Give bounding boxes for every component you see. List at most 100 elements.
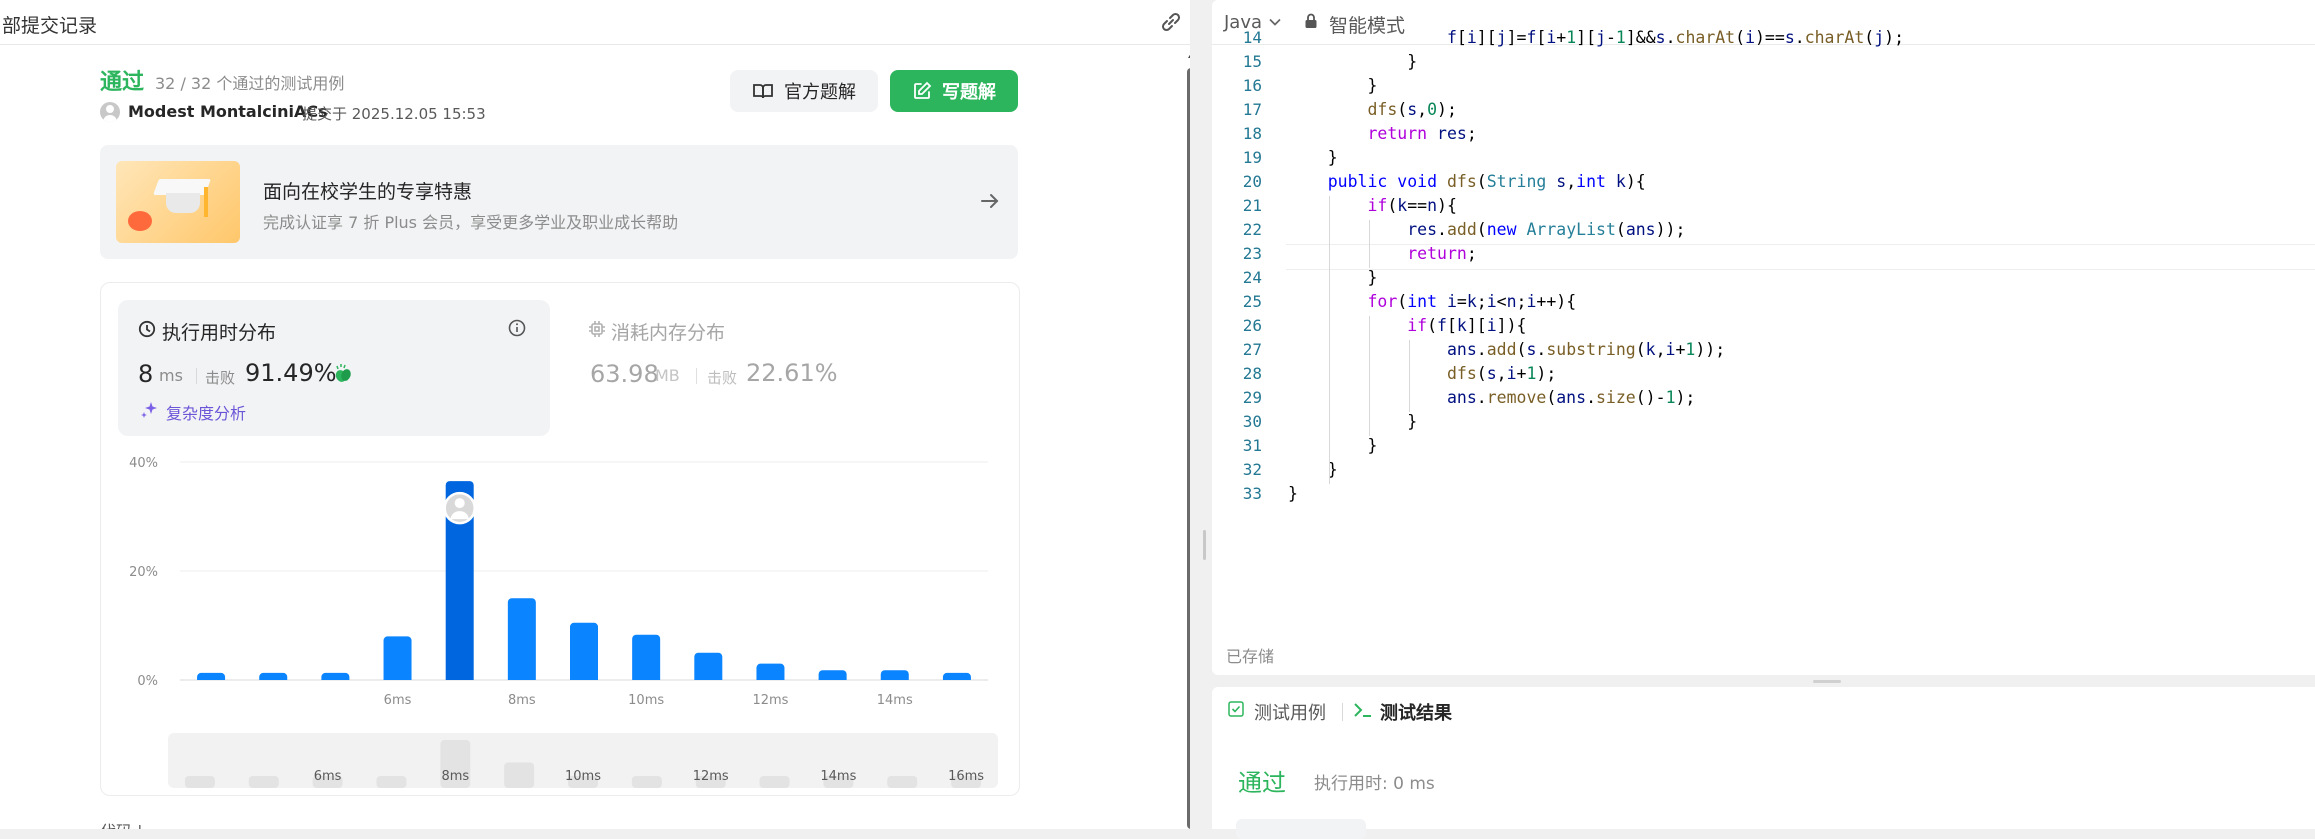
- overview-label: 16ms: [948, 769, 984, 784]
- code-line[interactable]: 24 }: [1212, 268, 2315, 292]
- avatar[interactable]: [100, 102, 120, 122]
- user-name[interactable]: Modest MontalciniACs: [128, 102, 328, 121]
- scroll-up-arrow[interactable]: [1188, 50, 1190, 58]
- clock-icon: [138, 320, 156, 338]
- code-text: }: [1288, 412, 1418, 431]
- tab-test-result[interactable]: 测试结果: [1380, 699, 1452, 725]
- code-line[interactable]: 31 }: [1212, 436, 2315, 460]
- runtime-beat-percent: 91.49%: [245, 359, 337, 387]
- chip-icon[interactable]: [588, 320, 606, 338]
- code-text: return;: [1407, 244, 1477, 263]
- code-text: }: [1288, 76, 1378, 95]
- line-number: 26: [1242, 316, 1262, 335]
- x-tick-label: 14ms: [877, 693, 913, 708]
- overview-label: 12ms: [693, 769, 729, 784]
- code-line[interactable]: 27 ans.add(s.substring(k,i+1));: [1212, 340, 2315, 364]
- line-number: 27: [1242, 340, 1262, 359]
- overview-bar: [504, 762, 535, 788]
- code-text: }: [1288, 52, 1418, 71]
- info-icon[interactable]: [507, 318, 527, 338]
- code-line[interactable]: 29 ans.remove(ans.size()-1);: [1212, 388, 2315, 412]
- overview-bar: [631, 776, 662, 788]
- divider: [196, 368, 197, 384]
- line-number: 32: [1242, 460, 1262, 479]
- result-case-box[interactable]: [1236, 819, 1366, 839]
- line-number: 19: [1242, 148, 1262, 167]
- line-number: 21: [1242, 196, 1262, 215]
- line-number: 31: [1242, 436, 1262, 455]
- overview-label: 10ms: [565, 769, 601, 784]
- x-tick-label: 6ms: [384, 693, 412, 708]
- link-icon[interactable]: [1158, 10, 1184, 34]
- code-line[interactable]: 16 }: [1212, 76, 2315, 100]
- result-runtime: 执行用时: 0 ms: [1314, 774, 1435, 794]
- code-line[interactable]: 25 for(int i=k;i<n;i++){: [1212, 292, 2315, 316]
- complexity-analysis-link[interactable]: 复杂度分析: [166, 400, 246, 424]
- code-line[interactable]: 20 public void dfs(String s,int k){: [1212, 172, 2315, 196]
- user-marker-head: [454, 498, 465, 509]
- panel-splitter[interactable]: [1198, 0, 1212, 829]
- memory-beat-label: 击败: [707, 369, 738, 387]
- runtime-distribution-chart[interactable]: 0% 20% 40% 6ms 8ms 10ms 12ms 14ms 16ms 6ms 8ms 10ms…: [118, 448, 998, 790]
- code-line[interactable]: 33}: [1212, 484, 2315, 508]
- divider: [1342, 703, 1343, 721]
- indent-guide: [1409, 340, 1410, 412]
- runtime-beat-label: 击败: [205, 369, 236, 387]
- bar: [880, 670, 909, 680]
- submission-panel: 部提交记录 通过 32 / 32 个通过的测试用例 Modest Montalc…: [0, 0, 1190, 829]
- overview-bar: [887, 776, 918, 788]
- code-text: public void dfs(String s,int k){: [1327, 172, 1646, 191]
- chevron-down-icon[interactable]: [1268, 15, 1282, 29]
- code-area[interactable]: 14 f[i][j]=f[i+1][j-1]&&s.charAt(i)==s.c…: [1212, 28, 2315, 616]
- testcases-passed: 32 / 32 个通过的测试用例: [155, 74, 345, 93]
- code-line[interactable]: 18 return res;: [1212, 124, 2315, 148]
- indent-guide: [1329, 196, 1330, 484]
- code-text: for(int i=k;i<n;i++){: [1367, 292, 1577, 311]
- resize-handle[interactable]: [1813, 680, 1841, 683]
- left-scrollbar[interactable]: [1186, 44, 1190, 829]
- scroll-thumb[interactable]: [1187, 68, 1190, 829]
- bar: [694, 652, 723, 680]
- overview-label: 8ms: [441, 769, 469, 784]
- code-line[interactable]: 15 }: [1212, 52, 2315, 76]
- line-number: 28: [1242, 364, 1262, 383]
- terminal-icon: [1354, 703, 1371, 717]
- edit-icon: [914, 81, 932, 99]
- code-line[interactable]: 14 f[i][j]=f[i+1][j-1]&&s.charAt(i)==s.c…: [1212, 28, 2315, 52]
- bar: [818, 670, 847, 680]
- code-line[interactable]: 21 if(k==n){: [1212, 196, 2315, 220]
- code-line[interactable]: 26 if(f[k][i]){: [1212, 316, 2315, 340]
- submission-status: 通过: [100, 70, 145, 95]
- overview-bar: [184, 776, 215, 788]
- memory-unit: MB: [655, 366, 680, 385]
- code-line[interactable]: 22 res.add(new ArrayList(ans));: [1212, 220, 2315, 244]
- tab-testcases[interactable]: 测试用例: [1254, 699, 1326, 725]
- official-solution-label: 官方题解: [784, 82, 856, 103]
- arrow-right-icon[interactable]: [978, 189, 1002, 213]
- student-promo-banner[interactable]: 面向在校学生的专享特惠 完成认证享 7 折 Plus 会员，享受更多学业及职业成…: [100, 145, 1018, 259]
- code-text: }: [1288, 436, 1378, 455]
- code-text: }: [1288, 484, 1298, 503]
- code-line[interactable]: 19 }: [1212, 148, 2315, 172]
- book-icon: [753, 84, 773, 99]
- code-text: res.add(new ArrayList(ans));: [1407, 220, 1686, 239]
- code-line[interactable]: 23 return;: [1212, 244, 2315, 268]
- write-solution-button[interactable]: 写题解: [890, 70, 1018, 112]
- y-tick-label: 20%: [129, 565, 158, 580]
- bar: [259, 672, 288, 680]
- y-tick-label: 0%: [137, 674, 158, 689]
- overview-bar: [376, 776, 407, 788]
- indent-guide: [1369, 316, 1370, 436]
- line-number: 24: [1242, 268, 1262, 287]
- official-solution-button[interactable]: 官方题解: [730, 70, 878, 112]
- x-tick-label: 12ms: [752, 693, 788, 708]
- line-number: 29: [1242, 388, 1262, 407]
- overview-label: 6ms: [314, 769, 342, 784]
- memory-distribution-tab[interactable]: 消耗内存分布: [611, 318, 725, 345]
- save-status: 已存储: [1226, 647, 1275, 666]
- code-line[interactable]: 17 dfs(s,0);: [1212, 100, 2315, 124]
- code-line[interactable]: 30 }: [1212, 412, 2315, 436]
- write-solution-label: 写题解: [942, 82, 996, 103]
- code-line[interactable]: 32 }: [1212, 460, 2315, 484]
- code-line[interactable]: 28 dfs(s,i+1);: [1212, 364, 2315, 388]
